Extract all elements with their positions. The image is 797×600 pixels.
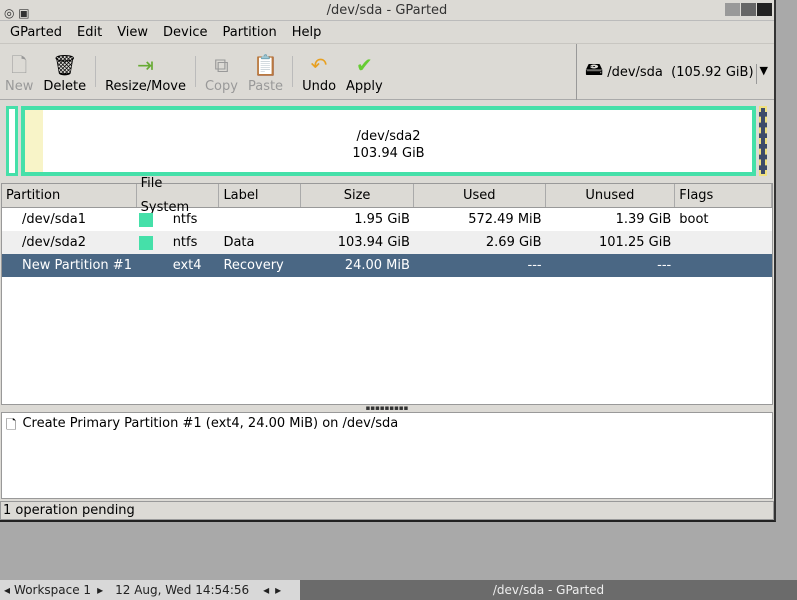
- table-row[interactable]: /dev/sda1 ntfs 1.95 GiB 572.49 MiB 1.39 …: [2, 208, 772, 231]
- toolbar: 🗋 New 🗑 Delete ⇥ Resize/Move ⧉ Copy 📋 Paste ↶…: [0, 44, 774, 100]
- resize-move-button[interactable]: ⇥ Resize/Move: [100, 44, 191, 99]
- partition-block-new[interactable]: [759, 106, 767, 176]
- disk-map: /dev/sda2 103.94 GiB: [4, 104, 772, 178]
- pane-splitter[interactable]: ▪▪▪▪▪▪▪▪▪: [0, 405, 774, 412]
- cell-used: ---: [527, 258, 542, 273]
- document-icon: 🗋: [6, 418, 17, 433]
- menu-device[interactable]: Device: [163, 25, 207, 40]
- undo-icon: ↶: [310, 53, 328, 77]
- col-size[interactable]: Size: [301, 184, 414, 207]
- partition-block-sda1[interactable]: [6, 106, 18, 176]
- cell-size: 1.95 GiB: [354, 212, 410, 227]
- cell-unused: ---: [657, 258, 672, 273]
- separator: [292, 56, 294, 87]
- col-filesystem[interactable]: File System: [137, 176, 220, 215]
- cell-fs: ntfs: [137, 231, 220, 254]
- trash-icon: 🗑: [52, 53, 78, 77]
- delete-button[interactable]: 🗑 Delete: [38, 44, 91, 99]
- clock: 12 Aug, Wed 14:54:56: [115, 583, 250, 597]
- cell-partition: /dev/sda2: [22, 235, 86, 250]
- col-unused[interactable]: Unused: [546, 184, 676, 207]
- menu-gparted[interactable]: GParted: [10, 25, 62, 40]
- cell-partition: /dev/sda1: [22, 212, 86, 227]
- apply-button[interactable]: ✔ Apply: [341, 44, 388, 99]
- col-partition[interactable]: Partition: [2, 184, 137, 207]
- disk-icon: 🖴: [585, 59, 604, 80]
- table-row[interactable]: /dev/sda2 ntfs Data 103.94 GiB 2.69 GiB …: [2, 231, 772, 254]
- partition-block-sda2[interactable]: /dev/sda2 103.94 GiB: [21, 106, 756, 176]
- gparted-window: ◎ ▣ /dev/sda - GParted GParted Edit View…: [0, 0, 776, 522]
- workspace-label[interactable]: Workspace 1: [14, 583, 91, 597]
- checkmark-icon: ✔: [356, 53, 373, 77]
- prev-workspace-icon[interactable]: ◂: [4, 583, 10, 597]
- used-space-bar: [25, 110, 43, 172]
- menu-view[interactable]: View: [117, 25, 148, 40]
- menu-bar: GParted Edit View Device Partition Help: [0, 21, 774, 44]
- menu-edit[interactable]: Edit: [77, 25, 102, 40]
- title-bar: ◎ ▣ /dev/sda - GParted: [0, 0, 774, 21]
- copy-button[interactable]: ⧉ Copy: [200, 44, 243, 99]
- cell-label: Data: [223, 235, 255, 250]
- cell-flags: boot: [679, 212, 709, 227]
- col-flags[interactable]: Flags: [675, 184, 772, 207]
- cell-used: 572.49 MiB: [468, 212, 542, 227]
- cell-partition: New Partition #1: [22, 258, 132, 273]
- partition-table: Partition File System Label Size Used Un…: [1, 176, 773, 405]
- device-selector[interactable]: 🖴 /dev/sda (105.92 GiB) ▼: [576, 44, 774, 100]
- prev-task-icon[interactable]: ◂: [263, 583, 269, 597]
- taskbar-task-gparted[interactable]: /dev/sda - GParted: [300, 580, 797, 600]
- operation-item[interactable]: Create Primary Partition #1 (ext4, 24.00…: [22, 416, 398, 495]
- maximize-button[interactable]: [741, 3, 756, 16]
- next-workspace-icon[interactable]: ▸: [97, 583, 103, 597]
- operations-list: 🗋 Create Primary Partition #1 (ext4, 24.…: [1, 412, 773, 499]
- resize-arrow-icon: ⇥: [137, 53, 154, 77]
- fs-color-swatch: [138, 235, 153, 250]
- menu-partition[interactable]: Partition: [223, 25, 277, 40]
- undo-button[interactable]: ↶ Undo: [297, 44, 341, 99]
- separator: [95, 56, 97, 87]
- new-file-icon: 🗋: [11, 53, 28, 77]
- paste-button[interactable]: 📋 Paste: [243, 44, 288, 99]
- cell-unused: 101.25 GiB: [599, 235, 672, 250]
- cell-fs: ntfs: [137, 208, 220, 231]
- cell-flags: [675, 254, 772, 277]
- cell-unused: 1.39 GiB: [615, 212, 672, 227]
- fs-color-swatch: [138, 212, 153, 227]
- menu-help[interactable]: Help: [292, 25, 322, 40]
- status-bar: 1 operation pending: [0, 501, 774, 520]
- close-button[interactable]: [757, 3, 772, 16]
- minimize-button[interactable]: [725, 3, 740, 16]
- window-title: /dev/sda - GParted: [326, 3, 448, 18]
- col-label[interactable]: Label: [219, 184, 302, 207]
- cell-size: 24.00 MiB: [344, 258, 410, 273]
- table-header: Partition File System Label Size Used Un…: [2, 176, 772, 215]
- cell-used: 2.69 GiB: [485, 235, 542, 250]
- cell-label: [219, 208, 301, 231]
- cell-size: 103.94 GiB: [337, 235, 410, 250]
- separator: [194, 56, 196, 87]
- table-row-selected[interactable]: New Partition #1 ext4 Recovery 24.00 MiB…: [2, 254, 772, 277]
- fs-color-swatch: [138, 258, 153, 273]
- chevron-down-icon[interactable]: ▼: [755, 64, 768, 84]
- cell-label: Recovery: [223, 258, 284, 273]
- copy-icon: ⧉: [214, 53, 229, 77]
- next-task-icon[interactable]: ▸: [275, 583, 281, 597]
- paste-icon: 📋: [253, 53, 278, 77]
- new-button[interactable]: 🗋 New: [0, 44, 38, 99]
- cell-fs: ext4: [137, 254, 220, 277]
- cell-flags: [675, 231, 772, 254]
- col-used[interactable]: Used: [414, 184, 546, 207]
- taskbar: ◂ Workspace 1 ▸ 12 Aug, Wed 14:54:56 ◂ ▸…: [0, 580, 797, 600]
- app-icon: ◎ ▣: [4, 6, 30, 20]
